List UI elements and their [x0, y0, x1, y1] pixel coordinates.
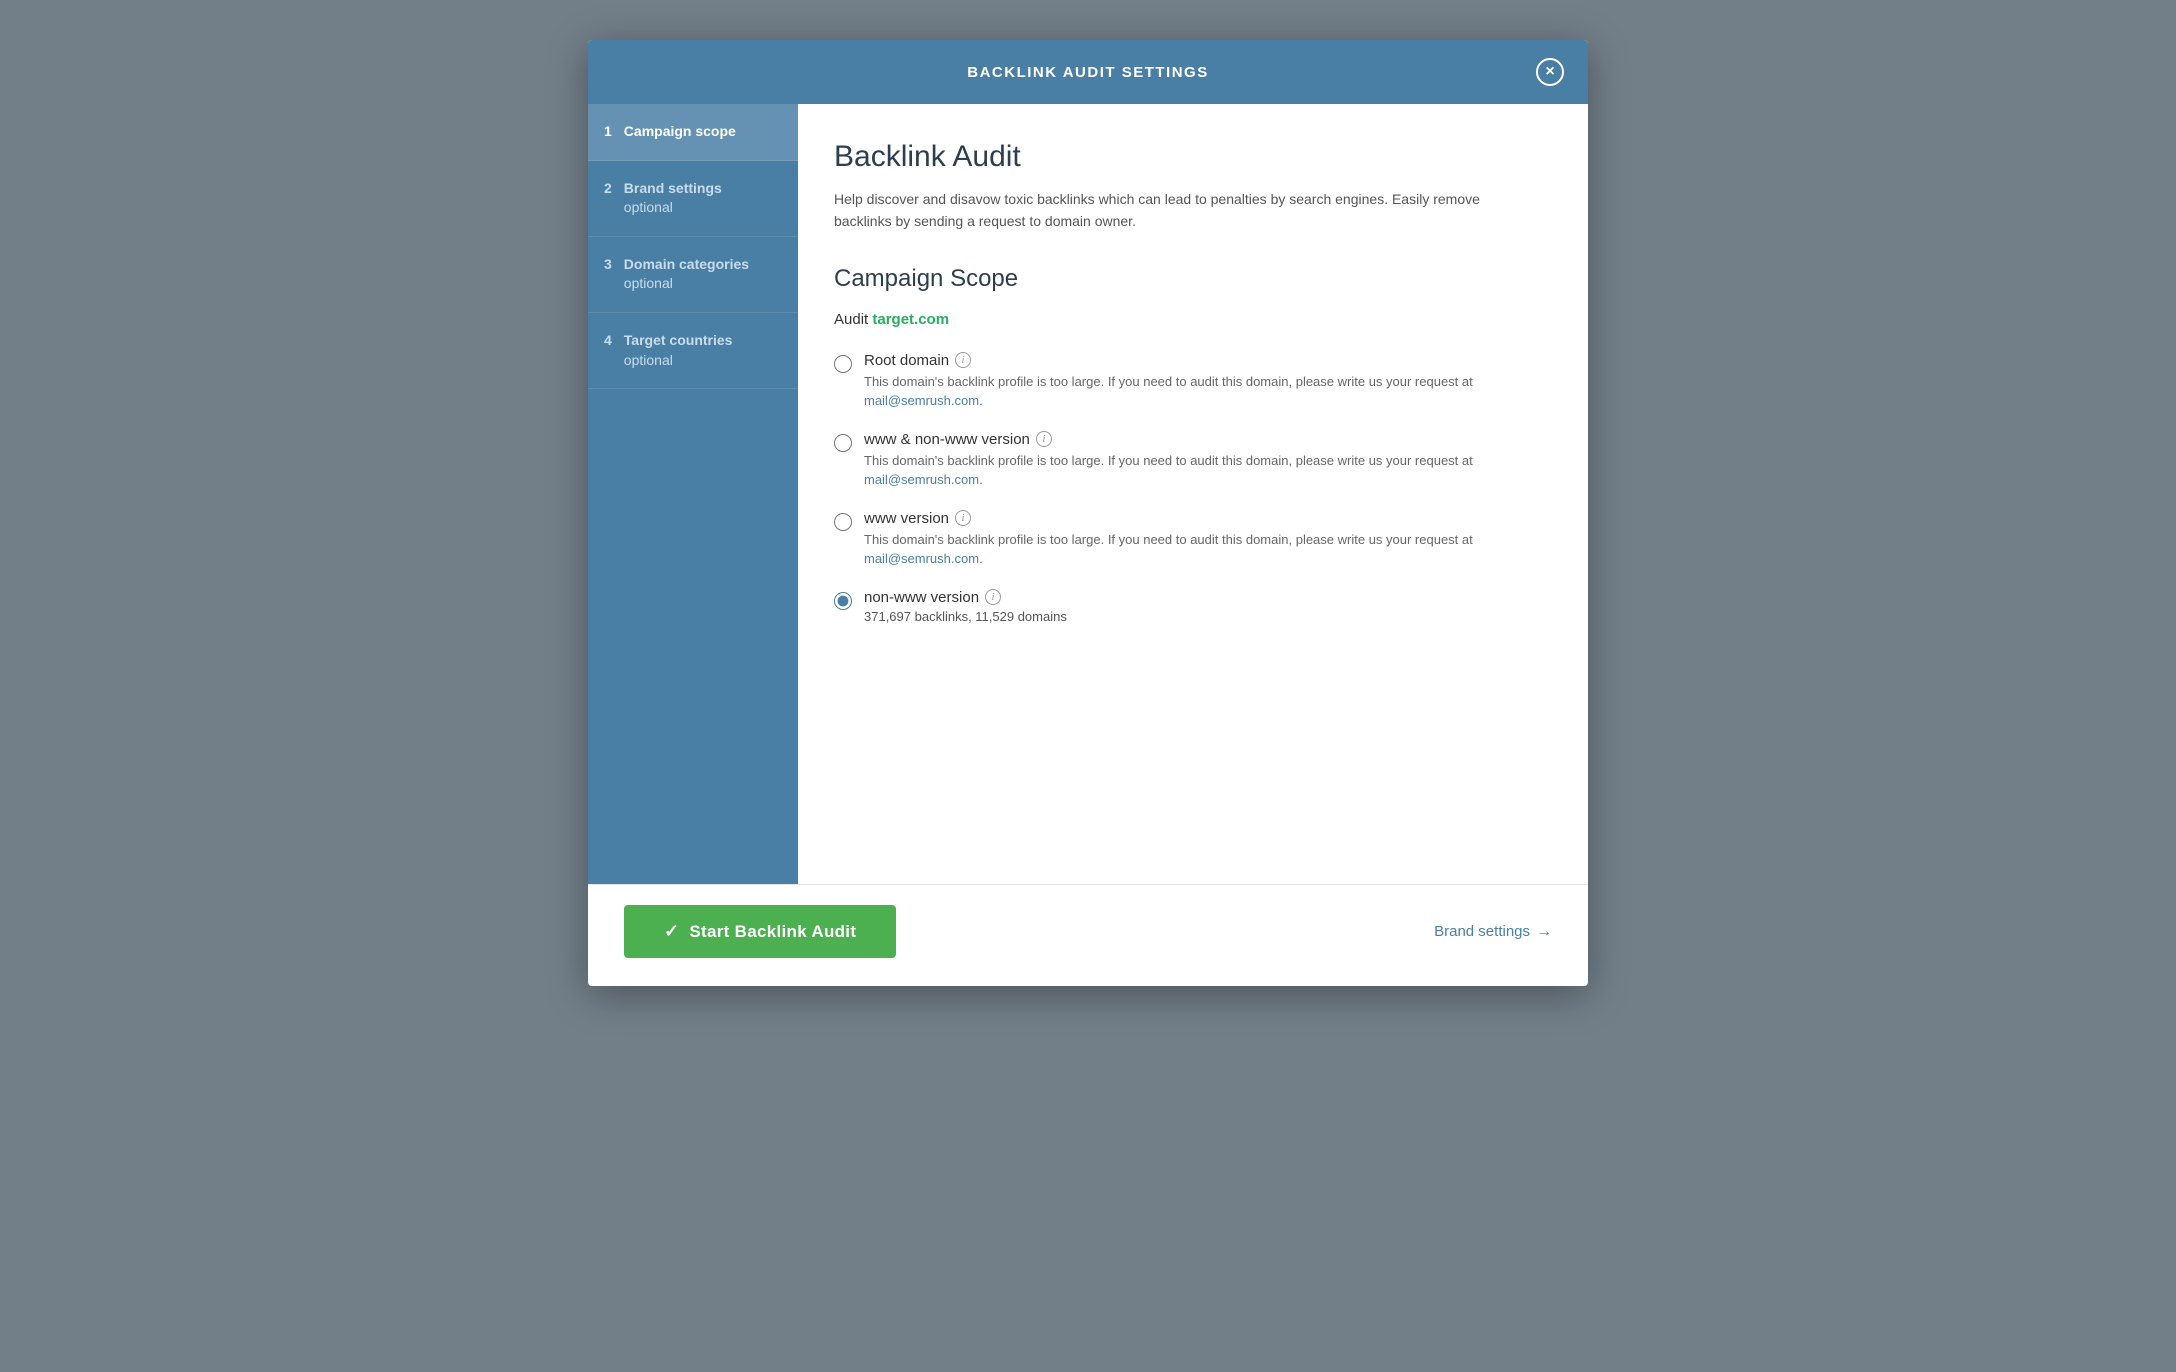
sidebar-item-target-countries[interactable]: 4 Target countries optional	[588, 313, 798, 389]
email-link-root-domain[interactable]: mail@semrush.com	[864, 393, 979, 408]
radio-group: Root domain i This domain's backlink pro…	[834, 352, 1540, 624]
audit-label: Audit	[834, 311, 868, 328]
brand-settings-link[interactable]: Brand settings →	[1434, 923, 1552, 941]
campaign-scope-title: Campaign Scope	[834, 265, 1540, 293]
radio-label-group-www-non-www: www & non-www version i This domain's ba…	[864, 431, 1540, 490]
start-backlink-audit-button[interactable]: ✓ Start Backlink Audit	[624, 905, 896, 958]
info-icon-www-non-www[interactable]: i	[1036, 431, 1052, 447]
modal-sidebar: 1 Campaign scope 2 Brand settings option…	[588, 104, 798, 884]
radio-label-group-non-www-version: non-www version i 371,697 backlinks, 11,…	[864, 589, 1067, 624]
brand-settings-link-label: Brand settings	[1434, 923, 1530, 940]
sidebar-item-number-2: 2	[604, 180, 612, 196]
email-link-www-version[interactable]: mail@semrush.com	[864, 551, 979, 566]
radio-item-non-www-version: non-www version i 371,697 backlinks, 11,…	[834, 589, 1540, 624]
sidebar-item-label-2: Brand settings optional	[624, 179, 722, 218]
audit-line: Audit target.com	[834, 311, 1540, 328]
check-icon: ✓	[664, 921, 679, 942]
modal-footer: ✓ Start Backlink Audit Brand settings →	[588, 884, 1588, 986]
radio-stats-non-www-version: 371,697 backlinks, 11,529 domains	[864, 609, 1067, 624]
radio-label-www-version[interactable]: www version i	[864, 510, 1540, 527]
sidebar-item-label-4: Target countries optional	[624, 331, 733, 370]
modal-body: 1 Campaign scope 2 Brand settings option…	[588, 104, 1588, 884]
modal-close-button[interactable]: ×	[1536, 58, 1564, 86]
radio-item-root-domain: Root domain i This domain's backlink pro…	[834, 352, 1540, 411]
email-link-www-non-www[interactable]: mail@semrush.com	[864, 472, 979, 487]
modal-title: BACKLINK AUDIT SETTINGS	[640, 64, 1536, 81]
modal-main-content: Backlink Audit Help discover and disavow…	[798, 104, 1588, 884]
audit-domain[interactable]: target.com	[872, 311, 949, 328]
radio-input-www-version[interactable]	[834, 513, 852, 531]
sidebar-item-number-1: 1	[604, 123, 612, 139]
modal-container: BACKLINK AUDIT SETTINGS × 1 Campaign sco…	[588, 40, 1588, 986]
page-description: Help discover and disavow toxic backlink…	[834, 188, 1540, 233]
info-icon-root-domain[interactable]: i	[955, 352, 971, 368]
radio-description-www-non-www: This domain's backlink profile is too la…	[864, 451, 1540, 490]
sidebar-item-label-3: Domain categories optional	[624, 255, 749, 294]
radio-label-root-domain[interactable]: Root domain i	[864, 352, 1540, 369]
sidebar-item-number-4: 4	[604, 332, 612, 348]
radio-input-non-www-version[interactable]	[834, 592, 852, 610]
radio-item-www-version: www version i This domain's backlink pro…	[834, 510, 1540, 569]
page-title: Backlink Audit	[834, 140, 1540, 174]
radio-label-non-www-version[interactable]: non-www version i	[864, 589, 1067, 606]
radio-label-group-root-domain: Root domain i This domain's backlink pro…	[864, 352, 1540, 411]
radio-item-www-non-www: www & non-www version i This domain's ba…	[834, 431, 1540, 490]
sidebar-item-number-3: 3	[604, 256, 612, 272]
sidebar-item-label-1: Campaign scope	[624, 122, 736, 142]
radio-label-group-www-version: www version i This domain's backlink pro…	[864, 510, 1540, 569]
modal-header: BACKLINK AUDIT SETTINGS ×	[588, 40, 1588, 104]
radio-description-root-domain: This domain's backlink profile is too la…	[864, 372, 1540, 411]
info-icon-www-version[interactable]: i	[955, 510, 971, 526]
info-icon-non-www-version[interactable]: i	[985, 589, 1001, 605]
radio-input-root-domain[interactable]	[834, 355, 852, 373]
sidebar-item-campaign-scope[interactable]: 1 Campaign scope	[588, 104, 798, 161]
radio-label-www-non-www[interactable]: www & non-www version i	[864, 431, 1540, 448]
sidebar-item-domain-categories[interactable]: 3 Domain categories optional	[588, 237, 798, 313]
radio-input-www-non-www[interactable]	[834, 434, 852, 452]
sidebar-item-brand-settings[interactable]: 2 Brand settings optional	[588, 161, 798, 237]
radio-description-www-version: This domain's backlink profile is too la…	[864, 530, 1540, 569]
modal-overlay: BACKLINK AUDIT SETTINGS × 1 Campaign sco…	[0, 0, 2176, 1372]
start-audit-label: Start Backlink Audit	[689, 922, 856, 942]
brand-settings-arrow-icon: →	[1536, 923, 1552, 941]
